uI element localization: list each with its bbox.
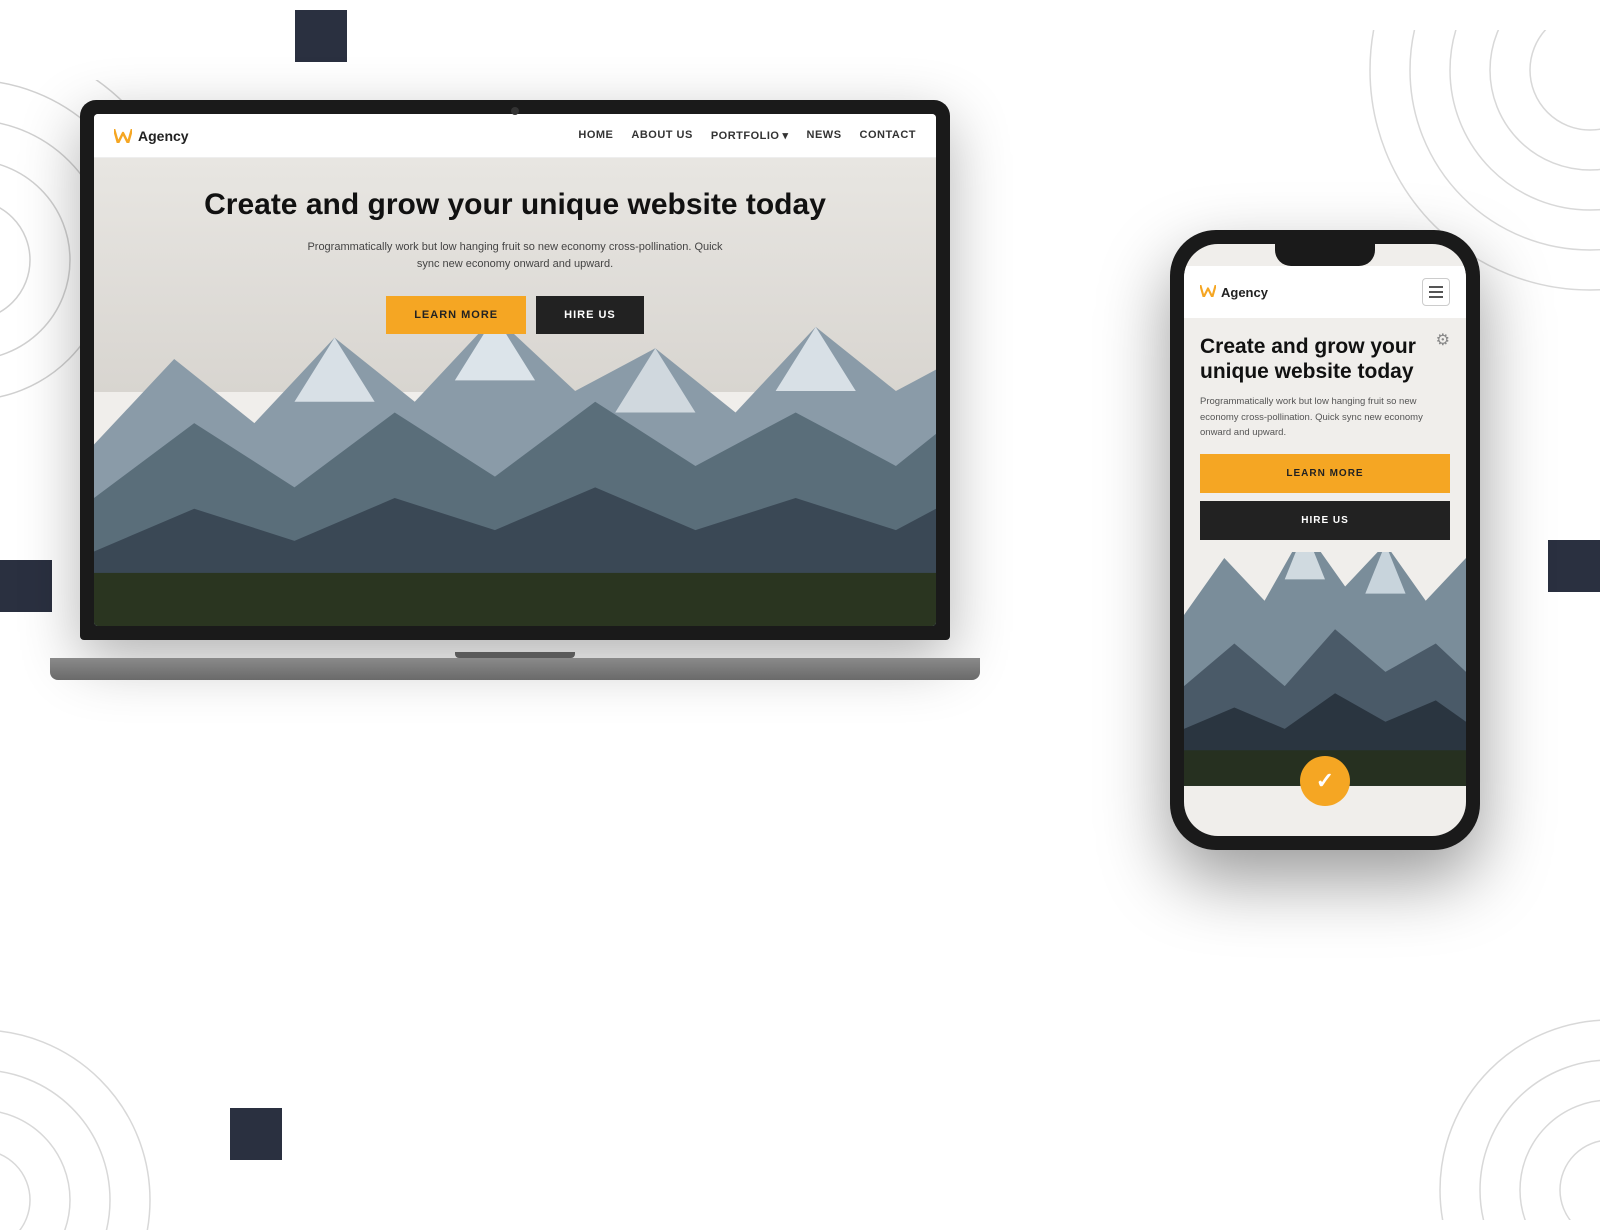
laptop-screen-border: Agency HOME ABOUT US PORTFOLIO ▾ NEWS CO…: [80, 100, 950, 640]
hamburger-menu-button[interactable]: [1422, 278, 1450, 306]
laptop-base: [50, 658, 980, 680]
phone-hero-subtitle: Programmatically work but low hanging fr…: [1200, 394, 1450, 440]
phone-logo: Agency: [1200, 285, 1268, 300]
phone-hero-content: ⚙ Create and grow your unique website to…: [1184, 318, 1466, 552]
laptop-hero-buttons: LEARN MORE HIRE US: [94, 296, 936, 334]
laptop-logo: Agency: [114, 128, 189, 144]
phone-learn-more-button[interactable]: LEARN MORE: [1200, 454, 1450, 493]
laptop-logo-text: Agency: [138, 128, 189, 144]
laptop-mockup: Agency HOME ABOUT US PORTFOLIO ▾ NEWS CO…: [80, 100, 950, 740]
check-circle-button[interactable]: ✓: [1300, 756, 1350, 806]
laptop-nav-links: HOME ABOUT US PORTFOLIO ▾ NEWS CONTACT: [578, 129, 916, 142]
hamburger-line-2: [1429, 291, 1443, 293]
laptop-hire-us-button[interactable]: HIRE US: [536, 296, 644, 334]
decorative-square-2: [0, 560, 52, 612]
laptop-hero: Create and grow your unique website toda…: [94, 158, 936, 626]
nav-about-us[interactable]: ABOUT US: [631, 129, 692, 142]
laptop-website-nav: Agency HOME ABOUT US PORTFOLIO ▾ NEWS CO…: [94, 114, 936, 158]
nav-home[interactable]: HOME: [578, 129, 613, 142]
laptop-learn-more-button[interactable]: LEARN MORE: [386, 296, 526, 334]
laptop-hero-title: Create and grow your unique website toda…: [94, 188, 936, 223]
w-logo-icon: [114, 129, 132, 143]
phone-screen: Agency ⚙ Create and grow your unique web…: [1184, 244, 1466, 836]
laptop-screen: Agency HOME ABOUT US PORTFOLIO ▾ NEWS CO…: [94, 114, 936, 626]
phone-hire-us-button[interactable]: HIRE US: [1200, 501, 1450, 540]
gear-icon[interactable]: ⚙: [1436, 330, 1450, 350]
circles-bottom-left: [0, 990, 190, 1230]
phone-hero: ⚙ Create and grow your unique website to…: [1184, 318, 1466, 836]
decorative-square-4: [1548, 540, 1600, 592]
nav-news[interactable]: NEWS: [807, 129, 842, 142]
decorative-square-1: [295, 10, 347, 62]
phone-w-icon: [1200, 285, 1216, 300]
laptop-outer: Agency HOME ABOUT US PORTFOLIO ▾ NEWS CO…: [80, 100, 950, 680]
phone-hero-title: Create and grow your unique website toda…: [1200, 334, 1450, 384]
hamburger-line-1: [1429, 286, 1443, 288]
check-mark-icon: ✓: [1316, 768, 1334, 794]
laptop-hero-content: Create and grow your unique website toda…: [94, 188, 936, 334]
nav-portfolio[interactable]: PORTFOLIO ▾: [711, 129, 789, 142]
nav-contact[interactable]: CONTACT: [860, 129, 916, 142]
laptop-camera: [511, 107, 519, 115]
decorative-square-3: [230, 1108, 282, 1160]
phone-notch: [1275, 244, 1375, 266]
dropdown-arrow-icon: ▾: [783, 129, 789, 142]
phone-nav: Agency: [1184, 266, 1466, 318]
hamburger-line-3: [1429, 296, 1443, 298]
phone-outer: Agency ⚙ Create and grow your unique web…: [1170, 230, 1480, 850]
phone-logo-text: Agency: [1221, 285, 1268, 300]
phone-mockup: Agency ⚙ Create and grow your unique web…: [1170, 230, 1480, 850]
laptop-hero-subtitle: Programmatically work but low hanging fr…: [305, 239, 725, 274]
circles-bottom-right: [1400, 980, 1600, 1220]
